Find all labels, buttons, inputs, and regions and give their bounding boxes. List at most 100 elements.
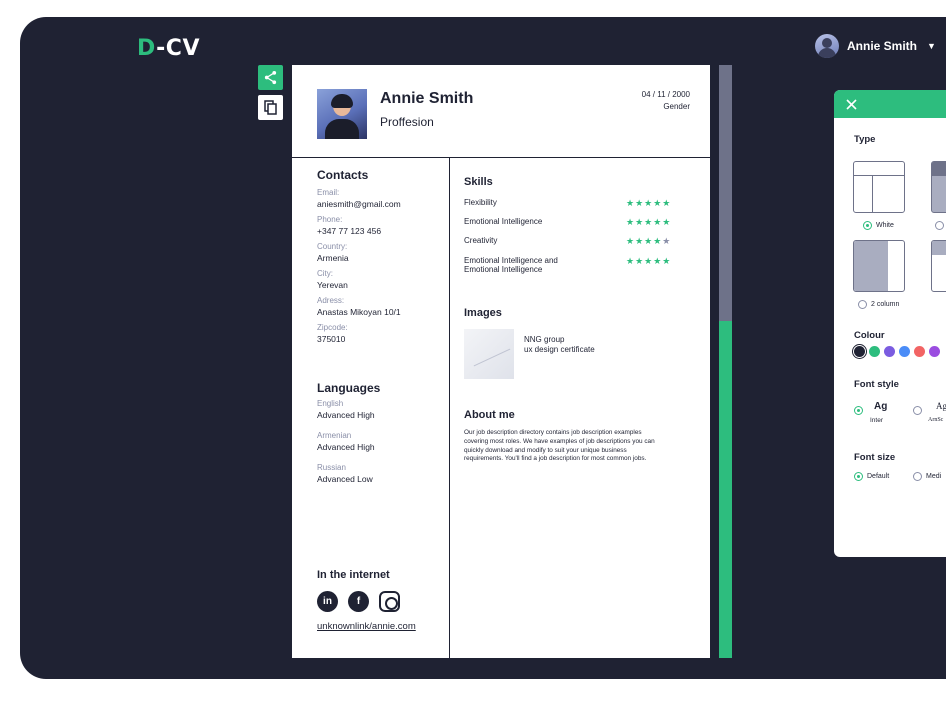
radio-selected: [854, 472, 863, 481]
internet-section: In the internet in f unknownlink/annie.c…: [317, 569, 442, 632]
type-title: Type: [854, 134, 876, 145]
resume-gender: Gender: [663, 102, 690, 111]
language-name: Russian: [317, 463, 346, 472]
skill-name: Emotional Intelligence and Emotional Int…: [464, 256, 558, 275]
colour-swatch[interactable]: [884, 346, 895, 357]
colour-swatches: [852, 344, 940, 359]
colour-swatch[interactable]: [869, 346, 880, 357]
type-option-label: 2 column: [871, 301, 900, 308]
template-4[interactable]: [931, 240, 946, 292]
email-label: Email:: [317, 188, 340, 197]
certificate-title: ux design certificate: [524, 344, 595, 354]
phone-value: +347 77 123 456: [317, 226, 382, 236]
language-level: Advanced High: [317, 410, 375, 420]
languages-title: Languages: [317, 381, 381, 395]
template-white[interactable]: [853, 161, 905, 213]
radio: [935, 221, 944, 230]
images-section: Images NNG group ux design certificate: [464, 307, 694, 379]
social-links: in f: [317, 591, 442, 612]
font-size-title: Font size: [854, 452, 896, 463]
facebook-icon[interactable]: f: [348, 591, 369, 612]
scrollbar[interactable]: [719, 65, 732, 658]
font-option-serif[interactable]: [913, 406, 922, 415]
font-size-default[interactable]: Default: [854, 472, 889, 481]
skill-row: Creativity ★★★★★: [464, 236, 694, 247]
colour-swatch[interactable]: [852, 344, 867, 359]
instagram-icon[interactable]: [379, 591, 400, 612]
user-name: Annie Smith: [847, 39, 918, 53]
rating-stars: ★★★★★: [626, 236, 672, 246]
email-value: aniesmith@gmail.com: [317, 199, 401, 209]
colour-title: Colour: [854, 330, 885, 341]
rating-stars: ★★★★★: [626, 198, 672, 208]
logo[interactable]: D-CV: [137, 36, 200, 61]
linkedin-icon[interactable]: in: [317, 591, 338, 612]
rating-stars: ★★★★★: [626, 256, 672, 266]
rating-stars: ★★★★★: [626, 217, 672, 227]
font-option-inter[interactable]: [854, 406, 863, 415]
type-option-white[interactable]: White: [863, 221, 894, 230]
template-header[interactable]: [931, 161, 946, 213]
panel-header: [834, 90, 946, 118]
phone-label: Phone:: [317, 215, 343, 224]
font-name: Inter: [870, 417, 884, 424]
colour-swatch[interactable]: [899, 346, 910, 357]
contacts-section: Contacts Email: aniesmith@gmail.com Phon…: [317, 168, 442, 344]
skills-title: Skills: [464, 176, 493, 188]
radio: [913, 472, 922, 481]
font-size-medium[interactable]: Medi: [913, 472, 941, 481]
about-section: About me Our job description directory c…: [464, 409, 664, 464]
resume-name: Annie Smith: [380, 90, 474, 107]
font-sample: Ag: [874, 401, 888, 412]
share-icon: [264, 70, 277, 85]
language-level: Advanced High: [317, 442, 375, 452]
font-sample-serif: Ag: [936, 401, 946, 411]
skill-name: Flexibility: [464, 198, 497, 207]
internet-title: In the internet: [317, 569, 390, 581]
chevron-down-icon: ▼: [927, 41, 936, 51]
type-option-2-column[interactable]: 2 column: [858, 300, 899, 309]
copy-button[interactable]: [258, 95, 283, 120]
language-level: Advanced Low: [317, 474, 373, 484]
type-option-label: White: [876, 222, 894, 229]
language-name: Armenian: [317, 431, 352, 440]
skills-section: Skills Flexibility ★★★★★ Emotional Intel…: [464, 176, 694, 274]
user-menu[interactable]: Annie Smith ▼: [815, 34, 936, 58]
images-title: Images: [464, 307, 502, 319]
radio: [913, 406, 922, 415]
language-name: English: [317, 399, 344, 408]
resume-profession: Proffesion: [380, 115, 434, 129]
certificate-thumbnail[interactable]: [464, 329, 514, 379]
close-icon[interactable]: [846, 98, 857, 110]
address-label: Adress:: [317, 296, 345, 305]
city-label: City:: [317, 269, 333, 278]
avatar: [815, 34, 839, 58]
share-button[interactable]: [258, 65, 283, 90]
font-size-label: Medi: [926, 473, 942, 480]
template-2-column[interactable]: [853, 240, 905, 292]
radio-selected: [863, 221, 872, 230]
address-value: Anastas Mikoyan 10/1: [317, 307, 401, 317]
skill-row: Emotional Intelligence and Emotional Int…: [464, 256, 694, 274]
scrollbar-thumb[interactable]: [719, 321, 732, 658]
certificate-caption: NNG group ux design certificate: [524, 335, 595, 354]
country-value: Armenia: [317, 253, 349, 263]
skill-row: Flexibility ★★★★★: [464, 198, 694, 209]
radio: [858, 300, 867, 309]
resume-document: Annie Smith Proffesion 04 / 11 / 2000 Ge…: [292, 65, 710, 658]
logo-suffix: -CV: [156, 36, 200, 61]
colour-swatch[interactable]: [929, 346, 940, 357]
resume-dob: 04 / 11 / 2000: [641, 90, 690, 99]
colour-swatch[interactable]: [914, 346, 925, 357]
zip-value: 375010: [317, 334, 346, 344]
languages-section: Languages English Advanced High Armenian…: [317, 381, 442, 484]
logo-prefix: D: [137, 36, 157, 61]
city-value: Yerevan: [317, 280, 348, 290]
settings-panel: Type White 2 column Colour Font style Ag…: [834, 90, 946, 557]
about-title: About me: [464, 409, 515, 421]
profile-link[interactable]: unknownlink/annie.com: [317, 621, 442, 632]
type-option-2[interactable]: [935, 221, 944, 230]
column-divider: [449, 158, 450, 658]
copy-icon: [264, 100, 277, 115]
certificate-org: NNG group: [524, 335, 565, 344]
